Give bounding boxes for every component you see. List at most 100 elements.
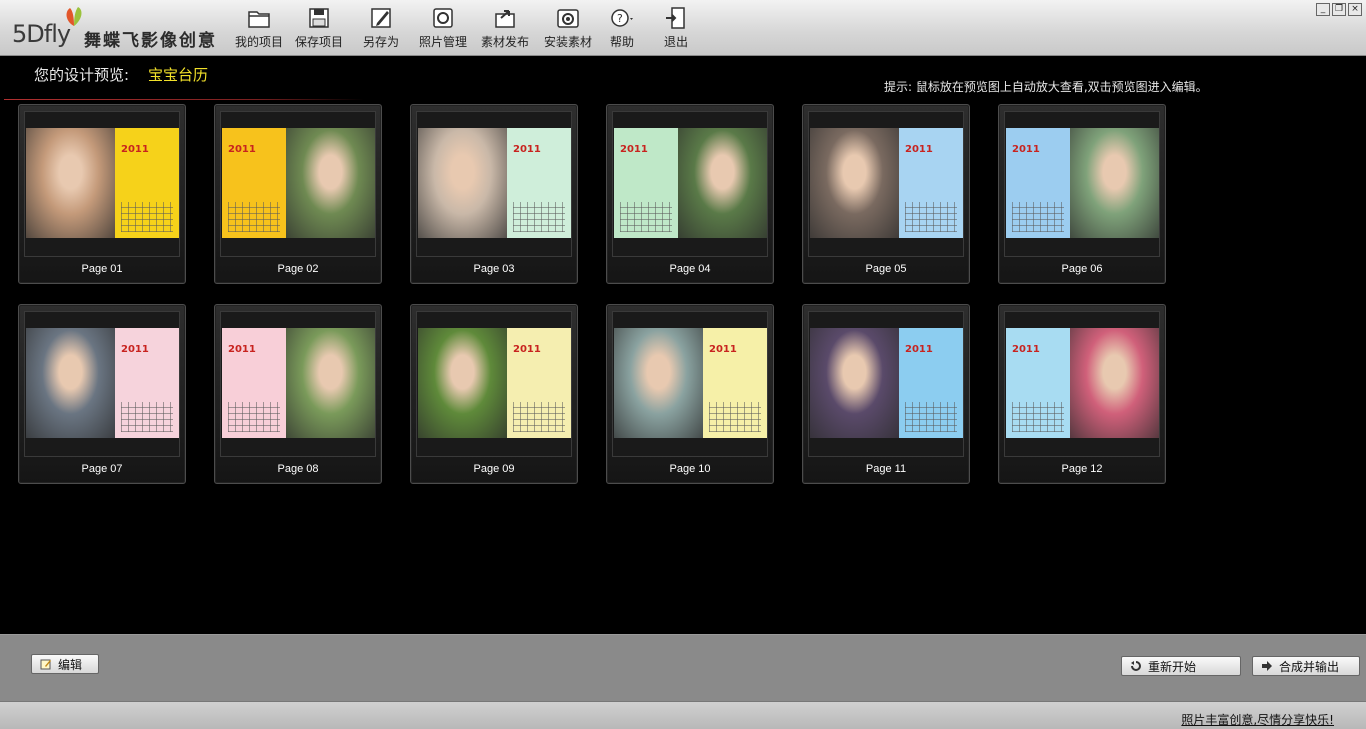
calendar-grid xyxy=(121,202,173,232)
calendar-year: 2011 xyxy=(513,144,541,155)
toolbar-photo-manage-button[interactable]: 照片管理 xyxy=(418,6,468,50)
toolbar-label: 帮助 xyxy=(609,35,634,49)
page-photo xyxy=(286,128,375,238)
page-label: Page 10 xyxy=(669,463,711,475)
toolbar-label: 我的项目 xyxy=(234,35,283,49)
arrow-right-icon xyxy=(1262,661,1272,671)
svg-text:?: ? xyxy=(617,12,623,25)
page-label: Page 11 xyxy=(865,463,907,475)
preview-title: 您的设计预览: xyxy=(34,66,130,84)
page-thumbnail[interactable]: 2011 xyxy=(614,328,767,438)
photo-manage-icon xyxy=(433,8,453,28)
page-thumbnail[interactable]: 2011 xyxy=(614,128,767,238)
calendar-panel: 2011 xyxy=(507,128,571,238)
calendar-grid xyxy=(228,402,280,432)
page-thumbnail[interactable]: 2011 xyxy=(222,128,375,238)
page-card[interactable]: 2011 Page 10 xyxy=(606,304,774,484)
exit-icon xyxy=(666,7,685,29)
page-thumbnail[interactable]: 2011 xyxy=(418,128,571,238)
toolbar-help-button[interactable]: ? 帮助 xyxy=(604,6,640,50)
page-label: Page 09 xyxy=(473,463,515,475)
page-photo xyxy=(418,328,507,438)
calendar-year: 2011 xyxy=(905,144,933,155)
page-thumbnail[interactable]: 2011 xyxy=(810,328,963,438)
close-button[interactable]: × xyxy=(1348,3,1362,16)
page-thumbnail[interactable]: 2011 xyxy=(26,328,179,438)
page-photo xyxy=(1070,128,1159,238)
calendar-year: 2011 xyxy=(1012,144,1040,155)
help-icon: ? xyxy=(611,9,633,27)
calendar-panel: 2011 xyxy=(115,128,179,238)
page-label: Page 06 xyxy=(1061,263,1103,275)
toolbar-install-button[interactable]: 安装素材 xyxy=(543,6,593,50)
toolbar-save-project-button[interactable]: 保存项目 xyxy=(294,6,344,50)
page-thumbnail[interactable]: 2011 xyxy=(1006,328,1159,438)
folder-icon xyxy=(248,11,270,28)
slogan-link[interactable]: 照片丰富创意,尽情分享快乐! xyxy=(1181,711,1334,728)
calendar-panel: 2011 xyxy=(899,328,963,438)
page-thumbnail[interactable]: 2011 xyxy=(418,328,571,438)
export-button[interactable]: 合成并输出 xyxy=(1252,656,1360,676)
calendar-grid xyxy=(228,202,280,232)
page-card[interactable]: 2011 Page 04 xyxy=(606,104,774,284)
calendar-grid xyxy=(709,402,761,432)
calendar-year: 2011 xyxy=(1012,344,1040,355)
calendar-grid xyxy=(121,402,173,432)
calendar-year: 2011 xyxy=(121,144,149,155)
install-icon xyxy=(557,9,579,28)
page-card[interactable]: 2011 Page 09 xyxy=(410,304,578,484)
minimize-button[interactable]: _ xyxy=(1316,3,1330,16)
publish-icon xyxy=(495,10,515,28)
calendar-grid xyxy=(905,202,957,232)
page-thumbnail[interactable]: 2011 xyxy=(26,128,179,238)
page-card[interactable]: 2011 Page 11 xyxy=(802,304,970,484)
restart-button[interactable]: 重新开始 xyxy=(1121,656,1241,676)
calendar-panel: 2011 xyxy=(614,128,678,238)
page-photo xyxy=(418,128,507,238)
page-card[interactable]: 2011 Page 01 xyxy=(18,104,186,284)
calendar-year: 2011 xyxy=(620,144,648,155)
page-photo xyxy=(1070,328,1159,438)
page-thumbnail[interactable]: 2011 xyxy=(810,128,963,238)
page-card[interactable]: 2011 Page 12 xyxy=(998,304,1166,484)
page-card[interactable]: 2011 Page 05 xyxy=(802,104,970,284)
page-card[interactable]: 2011 Page 07 xyxy=(18,304,186,484)
page-photo xyxy=(810,128,899,238)
calendar-grid xyxy=(1012,402,1064,432)
toolbar-label: 退出 xyxy=(663,35,688,49)
edit-button[interactable]: 编辑 xyxy=(31,654,99,674)
export-label: 合成并输出 xyxy=(1279,659,1340,674)
calendar-panel: 2011 xyxy=(703,328,767,438)
calendar-year: 2011 xyxy=(228,144,256,155)
page-card[interactable]: 2011 Page 06 xyxy=(998,104,1166,284)
page-photo xyxy=(286,328,375,438)
page-label: Page 02 xyxy=(277,263,319,275)
status-bar: 照片丰富创意,尽情分享快乐! xyxy=(0,701,1366,729)
edit-label: 编辑 xyxy=(58,657,83,672)
calendar-grid xyxy=(513,202,565,232)
page-card[interactable]: 2011 Page 03 xyxy=(410,104,578,284)
calendar-panel: 2011 xyxy=(1006,128,1070,238)
toolbar-exit-button[interactable]: 退出 xyxy=(660,6,692,50)
page-card[interactable]: 2011 Page 02 xyxy=(214,104,382,284)
page-thumbnail[interactable]: 2011 xyxy=(1006,128,1159,238)
page-photo xyxy=(810,328,899,438)
toolbar-save-as-button[interactable]: 另存为 xyxy=(362,6,400,50)
page-photo xyxy=(26,328,115,438)
calendar-year: 2011 xyxy=(228,344,256,355)
app-logo: 5Dfly 舞蝶飞影像创意 xyxy=(10,6,225,51)
page-label: Page 12 xyxy=(1061,463,1103,475)
calendar-panel: 2011 xyxy=(222,328,286,438)
page-thumbnail[interactable]: 2011 xyxy=(222,328,375,438)
toolbar-my-projects-button[interactable]: 我的项目 xyxy=(234,6,284,50)
calendar-year: 2011 xyxy=(905,344,933,355)
page-label: Page 05 xyxy=(865,263,907,275)
calendar-panel: 2011 xyxy=(115,328,179,438)
toolbar-publish-button[interactable]: 素材发布 xyxy=(480,6,530,50)
page-label: Page 03 xyxy=(473,263,515,275)
calendar-grid xyxy=(905,402,957,432)
page-card[interactable]: 2011 Page 08 xyxy=(214,304,382,484)
page-label: Page 08 xyxy=(277,463,319,475)
page-photo xyxy=(678,128,767,238)
restore-button[interactable]: ❐ xyxy=(1332,3,1346,16)
